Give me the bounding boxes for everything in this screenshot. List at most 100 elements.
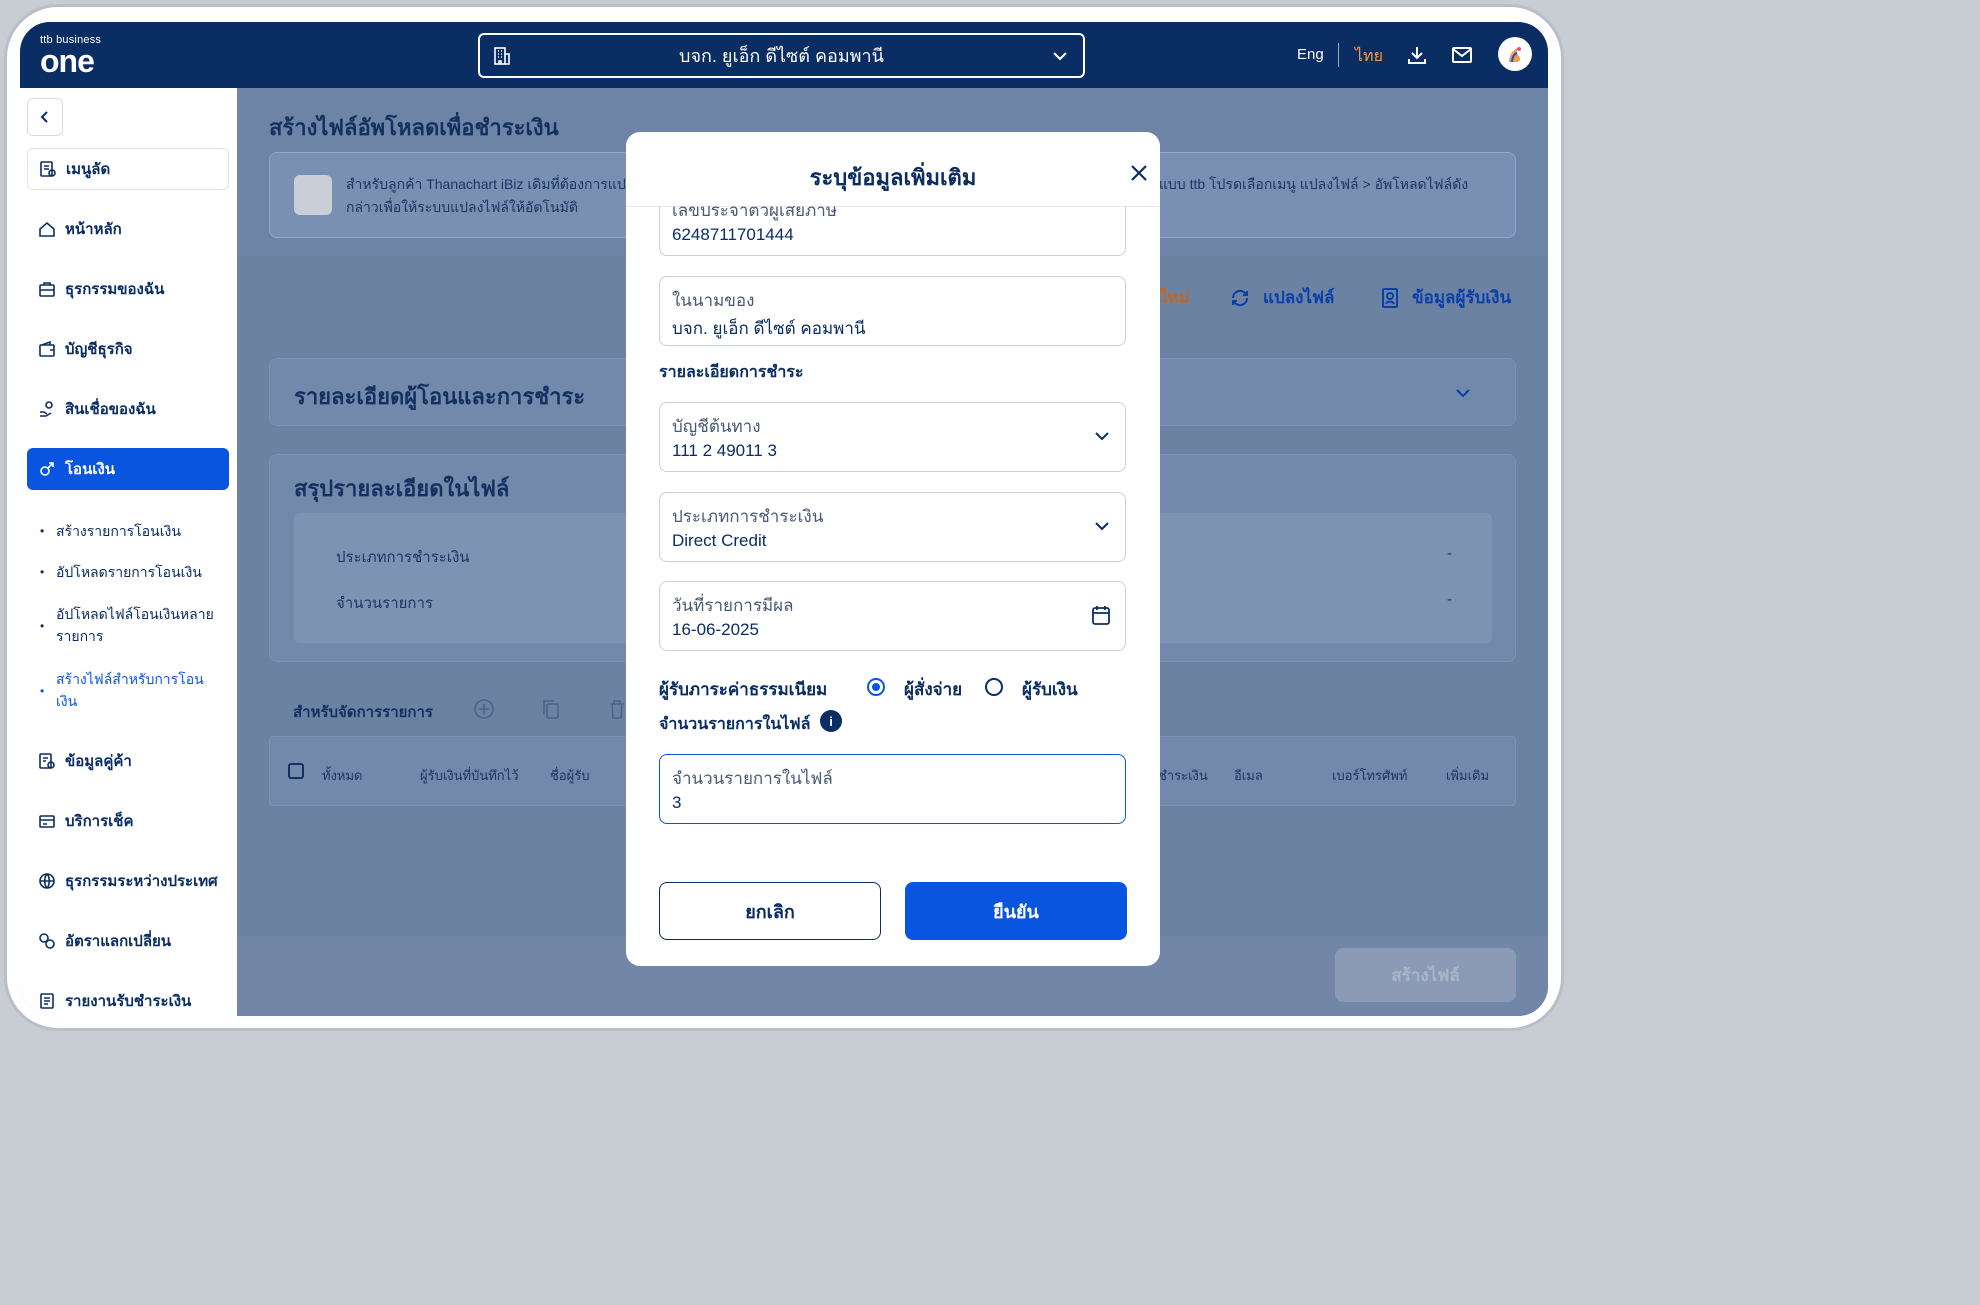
radio-payee[interactable]	[985, 678, 1003, 696]
info-icon[interactable]: i	[820, 710, 842, 732]
banner-text-line1: สำหรับลูกค้า Thanachart iBiz เดิมที่ต้อง…	[346, 176, 626, 192]
avatar[interactable]	[1498, 37, 1532, 71]
column-header: เบอร์โทรศัพท์	[1332, 768, 1408, 783]
sidebar-item-cheque[interactable]: บริการเช็ค	[27, 800, 229, 842]
company-name: บจก. ยูเอ็ก ดีไซต์ คอมพานี	[679, 46, 884, 66]
field-value: 6248711701444	[672, 225, 794, 244]
thanachart-logo-icon	[294, 175, 332, 215]
building-icon	[492, 46, 512, 71]
payment-type-select[interactable]: ประเภทการชำระเงิน Direct Credit	[659, 492, 1126, 562]
add-icon[interactable]	[473, 698, 495, 720]
mail-icon[interactable]	[1451, 44, 1473, 71]
sidebar-item-label: ธุรกรรมของฉัน	[65, 281, 165, 298]
on-behalf-field[interactable]: ในนามของ บจก. ยูเอ็ก ดีไซต์ คอมพานี	[659, 276, 1126, 346]
select-all-checkbox[interactable]	[288, 763, 304, 779]
confirm-button[interactable]: ยืนยัน	[905, 882, 1127, 940]
radio-payee-label[interactable]: ผู้รับเงิน	[1022, 676, 1078, 703]
collapse-sidebar-button[interactable]	[27, 98, 63, 136]
tax-id-field[interactable]: เลขประจำตัวผู้เสียภาษี 6248711701444	[659, 206, 1126, 256]
field-label: จำนวนรายการในไฟล์	[672, 769, 833, 788]
sidebar-item-label: อัตราแลกเปลี่ยน	[65, 933, 172, 950]
calendar-icon	[1092, 606, 1110, 625]
download-icon[interactable]	[1406, 44, 1428, 71]
bullet: •	[40, 619, 45, 633]
sidebar-item-payment-report[interactable]: รายงานรับชำระเงิน	[27, 980, 229, 1016]
column-header: ผู้รับเงินที่บันทึกไว้	[420, 768, 519, 783]
column-header: เพิ่มเติม	[1446, 768, 1490, 783]
summary-count-value: -	[1447, 591, 1452, 608]
submenu-create-transfer[interactable]: • สร้างรายการโอนเงิน	[40, 520, 220, 542]
bullet: •	[40, 684, 45, 698]
sidebar-item-partners[interactable]: ข้อมูลคู่ค้า	[27, 740, 229, 782]
lang-eng[interactable]: Eng	[1297, 46, 1324, 63]
refresh-icon	[1231, 289, 1249, 306]
sidebar-item-shortcut[interactable]: เมนูลัด	[27, 148, 229, 190]
sidebar-item-my-transactions[interactable]: ธุรกรรมของฉัน	[27, 268, 229, 310]
loan-icon	[37, 399, 57, 419]
modal-body[interactable]: เลขประจำตัวผู้เสียภาษี 6248711701444 ในน…	[626, 206, 1160, 886]
contact-card-icon	[1382, 287, 1398, 308]
cancel-button[interactable]: ยกเลิก	[659, 882, 881, 940]
column-header: ทั้งหมด	[322, 768, 363, 783]
fee-bearer-label: ผู้รับภาระค่าธรรมเนียม	[659, 680, 828, 699]
shortcut-icon	[38, 159, 58, 179]
modal-title: ระบุข้อมูลเพิ่มเติม	[809, 165, 977, 190]
summary-payment-type: ประเภทการชำระเงิน	[336, 549, 470, 566]
chevron-down-icon	[1095, 432, 1109, 441]
close-icon[interactable]	[1128, 162, 1150, 184]
radio-payer[interactable]	[867, 678, 885, 696]
submenu-upload-bulk-file[interactable]: • อัปโหลดไฟล์โอนเงินหลายรายการ	[40, 603, 220, 647]
create-file-button[interactable]: สร้างไฟล์	[1335, 948, 1516, 1002]
items-count-field[interactable]: จำนวนรายการในไฟล์ 3	[659, 754, 1126, 824]
field-value: 3	[672, 793, 682, 812]
banner-text-line2: กล่าวเพื่อให้ระบบแปลงไฟล์ให้อัตโนมัติ	[346, 199, 578, 215]
lang-thai[interactable]: ไทย	[1355, 44, 1383, 69]
payee-info-button[interactable]: ข้อมูลผู้รับเงิน	[1380, 284, 1511, 311]
convert-file-button[interactable]: แปลงไฟล์	[1229, 284, 1334, 311]
sidebar-item-label: รายงานรับชำระเงิน	[65, 993, 192, 1010]
radio-payer-label[interactable]: ผู้สั่งจ่าย	[904, 676, 962, 703]
sidebar-item-label: โอนเงิน	[65, 461, 116, 478]
summary-payment-type-value: -	[1447, 545, 1452, 562]
additional-info-modal: ระบุข้อมูลเพิ่มเติม เลขประจำตัวผู้เสียภา…	[626, 132, 1160, 966]
lang-divider	[1338, 43, 1339, 67]
bullet: •	[40, 565, 45, 579]
trash-icon[interactable]	[606, 698, 628, 720]
items-count-heading: จำนวนรายการในไฟล์	[659, 716, 811, 733]
sidebar-item-transfer[interactable]: โอนเงิน	[27, 448, 229, 490]
transfer-icon	[37, 459, 57, 479]
app-logo[interactable]: ttb business one	[40, 34, 101, 79]
sidebar-item-business-accounts[interactable]: บัญชีธุรกิจ	[27, 328, 229, 370]
company-selector[interactable]: บจก. ยูเอ็ก ดีไซต์ คอมพานี	[478, 33, 1085, 78]
summary-count: จำนวนรายการ	[336, 595, 433, 612]
copy-icon[interactable]	[540, 698, 562, 720]
sidebar-item-my-loans[interactable]: สินเชื่อของฉัน	[27, 388, 229, 430]
sidebar-item-label: สินเชื่อของฉัน	[65, 401, 156, 418]
effective-date-field[interactable]: วันที่รายการมีผล 16-06-2025	[659, 581, 1126, 651]
field-value: Direct Credit	[672, 531, 767, 550]
sidebar-item-home[interactable]: หน้าหลัก	[27, 208, 229, 250]
fee-bearer-group: ผู้รับภาระค่าธรรมเนียม ผู้สั่งจ่าย ผู้รั…	[659, 674, 1126, 702]
wallet-icon	[37, 339, 57, 359]
sidebar-item-label: บริการเช็ค	[65, 813, 134, 830]
field-value: บจก. ยูเอ็ก ดีไซต์ คอมพานี	[672, 319, 866, 338]
page-title: สร้างไฟล์อัพโหลดเพื่อชำระเงิน	[269, 115, 559, 140]
payment-details-heading: รายละเอียดการชำระ	[659, 364, 804, 381]
submenu-upload-transfer[interactable]: • อัปโหลดรายการโอนเงิน	[40, 561, 220, 583]
logo-big-text: one	[40, 43, 95, 79]
sidebar-item-label: ธุรกรรมระหว่างประเทศ	[65, 873, 218, 890]
sidebar-item-international[interactable]: ธุรกรรมระหว่างประเทศ	[27, 860, 229, 902]
sidebar-item-label: ข้อมูลคู่ค้า	[65, 753, 132, 770]
submenu-create-transfer-file[interactable]: • สร้างไฟล์สำหรับการโอนเงิน	[40, 668, 220, 712]
sidebar-item-label: หน้าหลัก	[65, 221, 122, 238]
field-label: บัญชีต้นทาง	[672, 417, 761, 436]
sidebar-item-label: เมนูลัด	[66, 161, 111, 178]
field-label: ในนามของ	[672, 291, 755, 310]
sidebar-item-exchange-rate[interactable]: อัตราแลกเปลี่ยน	[27, 920, 229, 962]
source-account-select[interactable]: บัญชีต้นทาง 111 2 49011 3	[659, 402, 1126, 472]
globe-icon	[37, 871, 57, 891]
cheque-icon	[37, 811, 57, 831]
exchange-icon	[37, 931, 57, 951]
new-file-button[interactable]: ใหม่	[1159, 284, 1190, 311]
chevron-left-icon	[40, 111, 48, 123]
